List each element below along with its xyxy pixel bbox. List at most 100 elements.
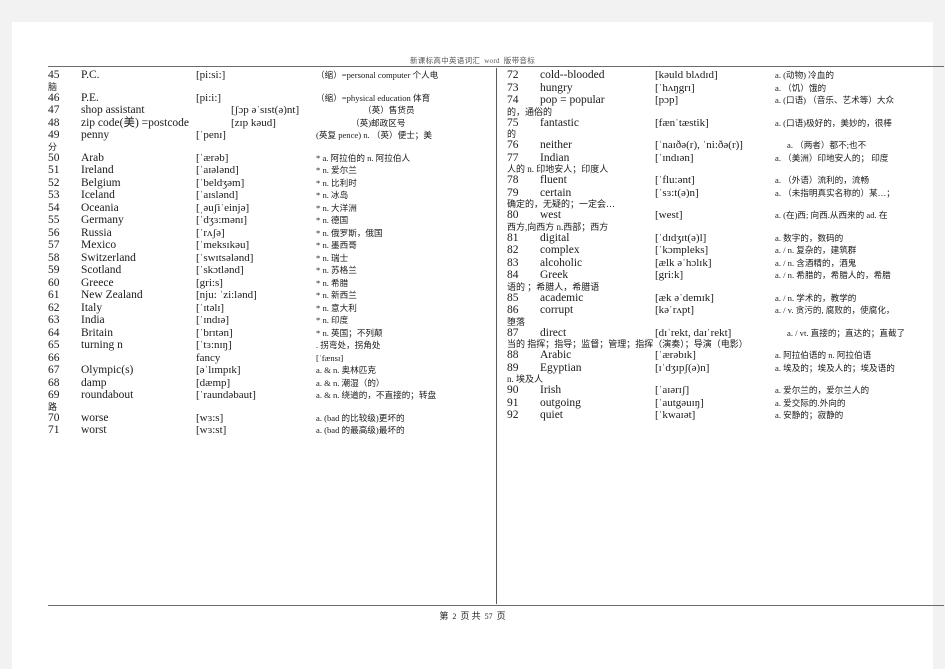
entry-number: 83 [507,256,519,269]
vocabulary-entry: 61 New Zealand [nju: ˈzi:lənd] * n. 新西兰 [48,289,496,302]
entry-definition: a. (bad 的最高级)最坏的 [316,425,405,435]
entry-definition: . 拐弯处，拐角处 [316,340,381,350]
entry-definition: * n. 意大利 [316,302,357,313]
entry-definition: a. 埃及的；埃及人的；埃及语的 [775,362,895,373]
vocabulary-entry-row: 56 Russia [ˈrʌʃə] * n. 俄罗斯，俄国 [48,227,496,240]
entry-number: 73 [507,81,519,94]
entry-definition-continued: 分 [48,141,58,152]
vocabulary-entry: 48 zip code(美) =postcode [zɪp kəud] （英)邮政区号 [48,116,496,130]
vocabulary-entry-row: 45 P.C. [pi:si:] （缩）=personal computer 个人电 [48,69,496,82]
entry-phonetic: [ˈnaɪðə(r), ˈni:ðə(r)] [655,139,743,151]
entry-word: academic [540,291,584,304]
entry-phonetic: [ˈaɪərɪʃ] [655,384,690,396]
entry-number: 88 [507,349,519,361]
vocabulary-column-left: 45 P.C. [pi:si:] （缩）=personal computer 个人电脑… [48,68,496,604]
entry-definition-continued: 确定的，无疑的；一定会… [507,199,616,209]
vocabulary-entry-row: 86 corrupt [kəˈrʌpt] a. / v. 贪污的, 腐败的，使腐化， [507,304,944,317]
entry-word: New Zealand [81,289,143,301]
vocabulary-entry: 59 Scotland [ˈskɔtlənd] * n. 苏格兰 [48,264,496,277]
entry-word: Greek [540,269,569,281]
entry-definition: * a. 阿拉伯的 n. 阿拉伯人 [316,152,411,163]
vocabulary-entry: 45 P.C. [pi:si:] （缩）=personal computer 个人电脑 [48,69,496,92]
vocabulary-entry: 68 damp [dæmp] a. & n. 潮湿（的） [48,376,496,390]
vocabulary-entry: 70 worse [wɜ:s] a. (bad 的比较级)更坏的 [48,411,496,425]
footer-mid: 页 共 [460,611,481,621]
vocabulary-entry: 91 outgoing [ˈautgəuɪŋ] a. 爱交际的.外向的 [507,396,944,410]
vocabulary-entry-row: 80 west [west] a. (在)西; 向西.从西来的 ad. 在 [507,209,944,222]
entry-definition: a. (口语)极好的，美妙的，很棒 [775,117,892,128]
entry-definition: a. / n. 含酒精的，酒鬼 [775,257,857,268]
footer-suffix: 页 [496,611,506,621]
vocabulary-entry-row: 71 worst [wɜ:st] a. (bad 的最高级)最坏的 [48,424,496,437]
footer-total-pages: 57 [484,612,493,621]
entry-number: 69 [48,389,60,401]
vocabulary-entry-row: 65 turning n [ˈtɜ:nɪŋ] . 拐弯处，拐角处 [48,339,496,352]
vocabulary-entry-row: 84 Greek [gri:k] a. / n. 希腊的，希腊人的，希腊 [507,269,944,282]
entry-word: Iceland [81,189,115,201]
entry-number: 85 [507,291,519,304]
entry-number: 58 [48,251,60,264]
vocabulary-entry-row: 75 fantastic [fænˈtæstik] a. (口语)极好的，美妙的，很棒 [507,117,944,130]
vocabulary-entry-row: 48 zip code(美) =postcode [zɪp kəud] （英)邮政区号 [48,116,496,130]
entry-number: 86 [507,304,519,316]
entry-phonetic: [ˈærəbɪk] [655,349,696,361]
entry-phonetic: [ˈskɔtlənd] [196,264,244,276]
entry-word: zip code(美) =postcode [81,116,190,129]
entry-phonetic: [ˈflu:ənt] [655,174,695,186]
entry-definition: （缩）=physical education 体育 [316,92,431,103]
vocabulary-entry: 69 roundabout [ˈraundəbaut] a. & n. 绕道的，不直接… [48,389,496,412]
vocabulary-entry: 56 Russia [ˈrʌʃə] * n. 俄罗斯，俄国 [48,227,496,240]
entry-phonetic: fancy [196,351,221,364]
vocabulary-entry: 52 Belgium [ˈbeldʒəm] * n. 比利时 [48,177,496,190]
vocabulary-entry: 87 direct [dɪˈrekt, daɪˈrekt] a. / vt. 直接的；… [507,327,944,350]
vocabulary-entry-row: 88 Arabic [ˈærəbɪk] a. 阿拉伯语的 n. 阿拉伯语 [507,349,944,362]
entry-phonetic: [wɜ:st] [196,424,227,436]
entry-word: complex [540,244,580,256]
entry-word: turning n [81,339,123,351]
entry-number: 81 [507,231,519,244]
vocabulary-entry-row: 74 pop = popular [pɔp] a. (口语) （音乐、艺术等）大众 [507,94,944,107]
vocabulary-entry-row: 83 alcoholic [ælk əˈhɔlɪk] a. / n. 含酒精的，酒鬼 [507,256,944,270]
entry-number: 67 [48,364,60,376]
entry-phonetic: [ɪˈdʒɪpʃ(ə)n] [655,361,710,374]
entry-definition: a. & n. 奥林匹克 [316,365,376,375]
entry-word: pop = popular [540,94,605,106]
vocabulary-entry: 84 Greek [gri:k] a. / n. 希腊的，希腊人的，希腊 语的 ；希腊人… [507,269,944,292]
entry-word: west [540,209,562,221]
vocabulary-entry-row: 53 Iceland [ˈaɪslənd] * n. 冰岛 [48,189,496,202]
entry-number: 91 [507,396,519,409]
vocabulary-entry: 47 shop assistant [ʃɔp əˈsɪst(ə)nt] （英）售货员 [48,104,496,117]
entry-definition: [ˈfænsɪ] [316,352,344,363]
entry-phonetic: [dæmp] [196,376,231,389]
entry-definition: * n. 爱尔兰 [316,165,357,175]
vocabulary-entry: 57 Mexico [ˈmeksɪkəu] * n. 墨西哥 [48,239,496,252]
header-title-word: word [484,57,500,65]
vocabulary-entry: 77 Indian [ˈɪndɪən] a. （美洲）印地安人的； 印度 人的 n. 印… [507,152,944,175]
vocabulary-entry-row: 47 shop assistant [ʃɔp əˈsɪst(ə)nt] （英）售货员 [48,104,496,117]
entry-definition: * n. 苏格兰 [316,265,357,275]
vocabulary-entry-row: 70 worse [wɜ:s] a. (bad 的比较级)更坏的 [48,411,496,425]
entry-definition: a. 安静的；寂静的 [775,410,844,420]
vocabulary-entry-row: 82 complex [ˈkɔmpleks] a. / n. 复杂的，建筑群 [507,244,944,257]
entry-phonetic: [ˈærəb] [196,151,229,164]
entry-number: 46 [48,91,60,104]
document-page: 新课标高中英语词汇 word 版带音标 45 P.C. [pi:si:] （缩）=pers… [12,22,944,669]
vocabulary-entry: 83 alcoholic [ælk əˈhɔlɪk] a. / n. 含酒精的，酒鬼 [507,256,944,270]
vocabulary-entry: 66 fancy [ˈfænsɪ] [48,351,496,365]
entry-definition: a. / vt. 直接的；直达的；直截了 [787,327,906,338]
entry-number: 45 [48,69,60,81]
entry-number: 49 [48,129,60,141]
vocabulary-column-right: 72 cold--blooded [kəuld blʌdɪd] a. (动物) 冷血的… [496,68,944,604]
entry-phonetic: [ˈɪndɪə] [196,314,229,326]
entry-word: Irish [540,384,562,396]
vocabulary-entry: 46 P.E. [pi:i:] （缩）=physical education 体育 [48,91,496,105]
entry-definition: （英）售货员 [363,105,415,115]
entry-word: neither [540,139,572,151]
entry-definition-continued: 脑 [48,81,58,92]
entry-definition: a. / n. 学术的，教学的 [775,292,857,303]
entry-word: certain [540,186,572,199]
vocabulary-entry-row: 69 roundabout [ˈraundəbaut] a. & n. 绕道的，不直接… [48,389,496,402]
vocabulary-entry: 78 fluent [ˈflu:ənt] a. （外语）流利的，流畅 [507,174,944,187]
entry-phonetic: [wɜ:s] [196,411,224,424]
entry-number: 48 [48,116,60,129]
